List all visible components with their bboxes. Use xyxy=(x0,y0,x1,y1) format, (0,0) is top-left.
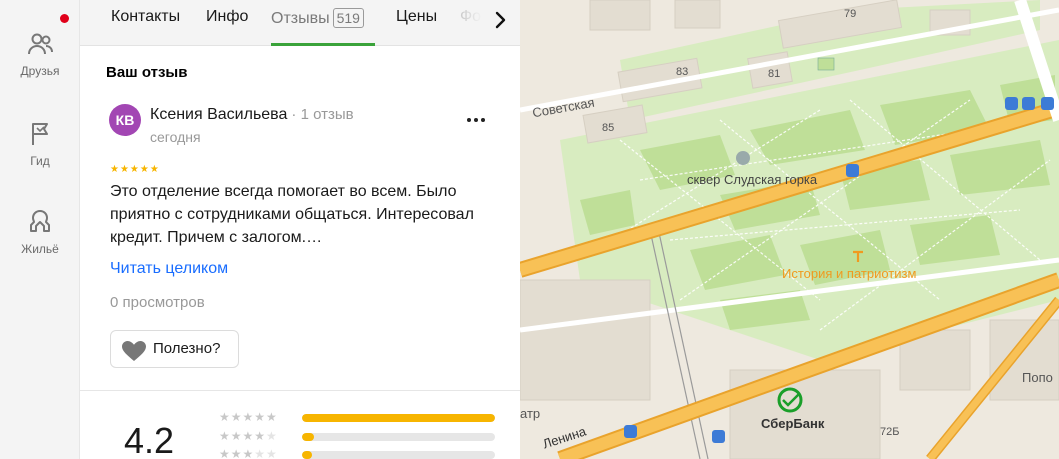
rating-fill-5 xyxy=(302,414,495,422)
map-label-85: 85 xyxy=(602,122,615,134)
house-icon xyxy=(30,210,50,232)
review-text: Это отделение всегда помогает во всем. Б… xyxy=(110,183,474,246)
your-review-title: Ваш отзыв xyxy=(106,64,188,81)
map-label-monument[interactable]: История и патриотизм xyxy=(782,266,916,281)
active-tab-indicator xyxy=(271,43,375,46)
tab-info[interactable]: Инфо xyxy=(206,8,248,26)
tab-contacts[interactable]: Контакты xyxy=(111,8,180,26)
rating-row-5-stars: ★★★★★ xyxy=(219,410,278,424)
tab-reviews-label: Отзывы xyxy=(271,10,330,27)
flag-icon xyxy=(32,123,48,145)
rail-item-housing[interactable]: Жильё xyxy=(0,208,80,256)
tab-reviews[interactable]: Отзывы 519 xyxy=(271,8,364,28)
tab-prices[interactable]: Цены xyxy=(396,8,437,26)
tab-bar: Контакты Инфо Отзывы519 Цены Фо xyxy=(80,0,520,46)
heart-icon xyxy=(122,341,146,361)
read-more-link[interactable]: Читать целиком xyxy=(110,260,228,278)
chevron-right-icon[interactable] xyxy=(488,8,512,32)
org-panel: Контакты Инфо Отзывы519 Цены Фо Ваш отзы… xyxy=(80,0,520,459)
notification-dot xyxy=(60,14,69,23)
rail-label-friends: Друзья xyxy=(20,64,60,78)
rating-bar-3 xyxy=(302,451,495,459)
map-label-83: 83 xyxy=(676,66,689,78)
rail-item-friends[interactable]: Друзья xyxy=(0,30,80,78)
divider xyxy=(80,390,520,391)
reviews-count-badge: 519 xyxy=(332,8,364,28)
review-author[interactable]: Ксения Васильева · 1 отзыв xyxy=(150,106,354,124)
rail-label-guide: Гид xyxy=(30,154,50,168)
author-review-count: · 1 отзыв xyxy=(291,106,354,123)
rating-fill-4 xyxy=(302,433,314,441)
review-date: сегодня xyxy=(150,129,201,145)
more-options-icon[interactable] xyxy=(464,108,488,132)
review-stars: ★★★★★ xyxy=(110,164,160,175)
rating-row-3-stars: ★★★★★ xyxy=(219,447,278,459)
rating-row-4-stars: ★★★★★ xyxy=(219,429,278,443)
map-label-atr: атр xyxy=(520,406,541,421)
rating-fill-3 xyxy=(302,451,312,459)
views-count: 0 просмотров xyxy=(110,294,205,311)
friends-icon xyxy=(28,33,53,55)
map-label-bank[interactable]: СберБанк xyxy=(761,416,824,431)
rail-item-guide[interactable]: Гид xyxy=(0,120,80,168)
map-label-81: 81 xyxy=(768,68,781,80)
map-label-popo: Попо xyxy=(1022,370,1053,385)
useful-label: Полезно? xyxy=(153,340,221,357)
map-label-79: 79 xyxy=(844,8,857,20)
avatar[interactable]: КВ xyxy=(109,104,141,136)
left-rail: Друзья Гид Жильё xyxy=(0,0,80,459)
rail-label-housing: Жильё xyxy=(21,242,59,256)
author-name: Ксения Васильева xyxy=(150,106,288,123)
rating-bar-5 xyxy=(302,414,495,422)
map-label-park[interactable]: сквер Слудская горка xyxy=(687,172,817,187)
map[interactable]: Советская Ленина сквер Слудская горка Ис… xyxy=(520,0,1059,459)
rating-bar-4 xyxy=(302,433,495,441)
map-label-72b: 72Б xyxy=(880,426,900,438)
useful-button[interactable]: Полезно? xyxy=(110,330,239,368)
map-canvas xyxy=(520,0,1059,459)
rating-value: 4.2 xyxy=(124,420,175,459)
